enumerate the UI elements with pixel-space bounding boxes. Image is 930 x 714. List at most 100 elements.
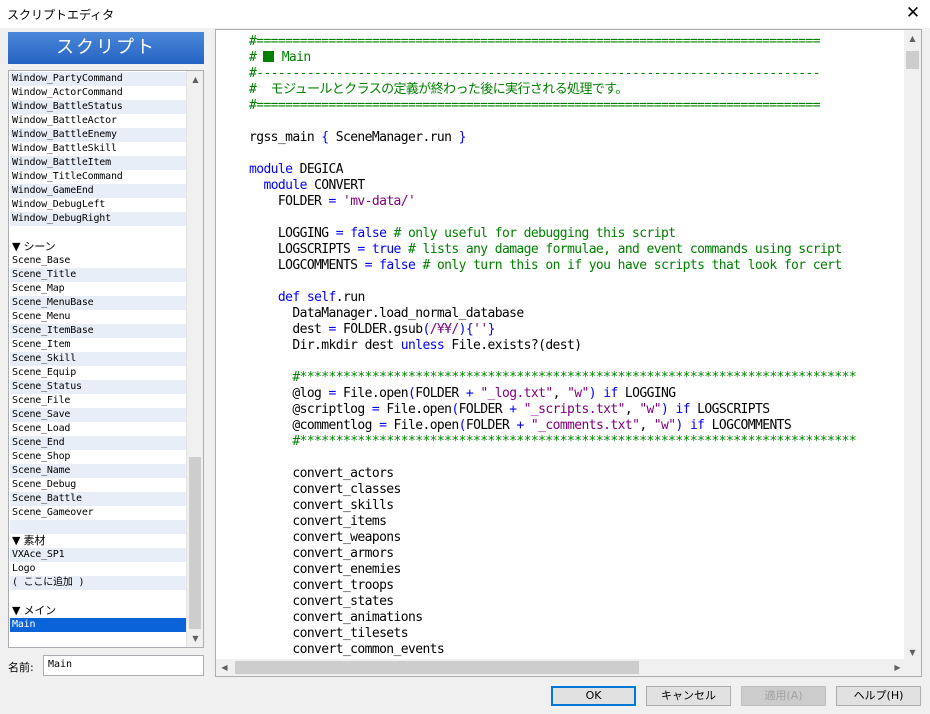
code-line[interactable]: 12 (249, 210, 904, 226)
list-item[interactable]: Scene_Debug (10, 478, 187, 492)
code-line[interactable]: 4# モジュールとクラスの定義が終わった後に実行される処理です。 (249, 82, 904, 98)
list-item[interactable]: Window_BattleSkill (10, 142, 187, 156)
code-line[interactable]: 11 FOLDER = 'mv-data/' (249, 194, 904, 210)
list-item[interactable]: Scene_Base (10, 254, 187, 268)
list-item[interactable]: Window_ActorCommand (10, 86, 187, 100)
list-item[interactable]: Window_DebugRight (10, 212, 187, 226)
code-line[interactable]: 9module DEGICA (249, 162, 904, 178)
list-item[interactable]: Scene_File (10, 394, 187, 408)
code-line[interactable]: 8 (249, 146, 904, 162)
list-item[interactable]: Scene_Load (10, 422, 187, 436)
code-line[interactable]: 21 (249, 354, 904, 370)
close-icon[interactable]: ✕ (896, 0, 930, 28)
code-line[interactable]: 6 (249, 114, 904, 130)
list-item[interactable]: Scene_Item (10, 338, 187, 352)
scroll-up-icon[interactable]: ▲ (187, 71, 203, 88)
code-line[interactable]: 7rgss_main { SceneManager.run } (249, 130, 904, 146)
list-item[interactable]: Scene_Title (10, 268, 187, 282)
list-item[interactable]: Scene_End (10, 436, 187, 450)
list-item[interactable]: Scene_MenuBase (10, 296, 187, 310)
code-line[interactable]: 20 Dir.mkdir dest unless File.exists?(de… (249, 338, 904, 354)
list-item[interactable]: ( ここに追加 ) (10, 576, 187, 590)
code-line[interactable]: 14 LOGSCRIPTS = true # lists any damage … (249, 242, 904, 258)
list-item[interactable]: VXAce_SP1 (10, 548, 187, 562)
code-line[interactable]: 22 #************************************… (249, 370, 904, 386)
list-item[interactable]: Scene_Map (10, 282, 187, 296)
list-item[interactable]: Window_BattleActor (10, 114, 187, 128)
list-item[interactable]: Window_TitleCommand (10, 170, 187, 184)
code-line[interactable]: 28 convert_actors (249, 466, 904, 482)
code-line[interactable]: 10 module CONVERT (249, 178, 904, 194)
code-line[interactable]: 37 convert_animations (249, 610, 904, 626)
cancel-button[interactable]: キャンセル (646, 686, 731, 706)
list-section-header[interactable]: ▼ メイン (10, 604, 187, 618)
code-line[interactable]: 36 convert_states (249, 594, 904, 610)
list-item[interactable]: Window_BattleStatus (10, 100, 187, 114)
code-line[interactable]: 3#--------------------------------------… (249, 66, 904, 82)
code-line[interactable]: 18 DataManager.load_normal_database (249, 306, 904, 322)
code-line[interactable]: 29 convert_classes (249, 482, 904, 498)
code-line[interactable]: 31 convert_items (249, 514, 904, 530)
list-item[interactable] (10, 520, 187, 534)
list-item[interactable]: Scene_Save (10, 408, 187, 422)
code-line[interactable]: 35 convert_troops (249, 578, 904, 594)
code-line[interactable]: 26 #************************************… (249, 434, 904, 450)
script-list-scrollbar[interactable]: ▲ ▼ (186, 71, 203, 647)
code-line[interactable]: 13 LOGGING = false # only useful for deb… (249, 226, 904, 242)
code-area[interactable]: 1#======================================… (249, 34, 904, 661)
scroll-thumb[interactable] (906, 51, 919, 69)
scroll-thumb[interactable] (235, 661, 639, 674)
list-item[interactable]: Window_GameEnd (10, 184, 187, 198)
list-item[interactable]: Scene_Menu (10, 310, 187, 324)
code-line[interactable]: 17 def self.run (249, 290, 904, 306)
list-item[interactable]: Scene_ItemBase (10, 324, 187, 338)
code-line[interactable]: 25 @commentlog = File.open(FOLDER + "_co… (249, 418, 904, 434)
code-line[interactable]: 30 convert_skills (249, 498, 904, 514)
scroll-down-icon[interactable]: ▼ (187, 630, 203, 647)
list-section-header[interactable]: ▼ シーン (10, 240, 187, 254)
scroll-up-icon[interactable]: ▲ (904, 30, 921, 47)
code-line[interactable]: 15 LOGCOMMENTS = false # only turn this … (249, 258, 904, 274)
list-item[interactable]: Scene_Gameover (10, 506, 187, 520)
list-item[interactable]: Scene_Equip (10, 366, 187, 380)
list-item[interactable]: Main (10, 618, 187, 632)
code-line[interactable]: 19 dest = FOLDER.gsub(/¥¥/){''} (249, 322, 904, 338)
list-item[interactable]: Scene_Shop (10, 450, 187, 464)
list-item[interactable]: Window_BattleItem (10, 156, 187, 170)
apply-button[interactable]: 適用(A) (741, 686, 826, 706)
list-section-header[interactable]: ▼ 素材 (10, 534, 187, 548)
list-item[interactable]: Scene_Status (10, 380, 187, 394)
code-line[interactable]: 33 convert_armors (249, 546, 904, 562)
code-line[interactable]: 23 @log = File.open(FOLDER + "_log.txt",… (249, 386, 904, 402)
list-item[interactable] (10, 226, 187, 240)
code-line[interactable]: 39 convert_common_events (249, 642, 904, 658)
code-line[interactable]: 5#======================================… (249, 98, 904, 114)
code-line[interactable]: 27 (249, 450, 904, 466)
ok-button[interactable]: OK (551, 686, 636, 706)
list-item[interactable]: Window_BattleEnemy (10, 128, 187, 142)
help-button[interactable]: ヘルプ(H) (836, 686, 921, 706)
code-line[interactable]: 32 convert_weapons (249, 530, 904, 546)
list-item[interactable] (10, 590, 187, 604)
code-text: LOGCOMMENTS = false # only turn this on … (249, 258, 842, 273)
code-line[interactable]: 38 convert_tilesets (249, 626, 904, 642)
list-item[interactable]: Scene_Skill (10, 352, 187, 366)
code-line[interactable]: 34 convert_enemies (249, 562, 904, 578)
scroll-left-icon[interactable]: ◀ (216, 659, 233, 676)
code-line[interactable]: 1#======================================… (249, 34, 904, 50)
code-line[interactable]: 24 @scriptlog = File.open(FOLDER + "_scr… (249, 402, 904, 418)
list-item[interactable]: Scene_Battle (10, 492, 187, 506)
script-name-input[interactable]: Main (43, 655, 204, 676)
code-text: LOGSCRIPTS = true # lists any damage for… (249, 242, 842, 257)
editor-vertical-scrollbar[interactable]: ▲ ▼ (904, 30, 921, 661)
code-editor[interactable]: 1#======================================… (215, 29, 922, 677)
editor-horizontal-scrollbar[interactable]: ◀ ▶ (216, 659, 906, 676)
script-list[interactable]: Window_PartyCommand Window_ActorCommand Wi… (8, 70, 204, 648)
list-item[interactable]: Logo (10, 562, 187, 576)
code-line[interactable]: 2# Main (249, 50, 904, 66)
scroll-thumb[interactable] (189, 457, 201, 629)
list-item[interactable]: Scene_Name (10, 464, 187, 478)
code-line[interactable]: 16 (249, 274, 904, 290)
list-item[interactable]: Window_DebugLeft (10, 198, 187, 212)
list-item[interactable]: Window_PartyCommand (10, 72, 187, 86)
